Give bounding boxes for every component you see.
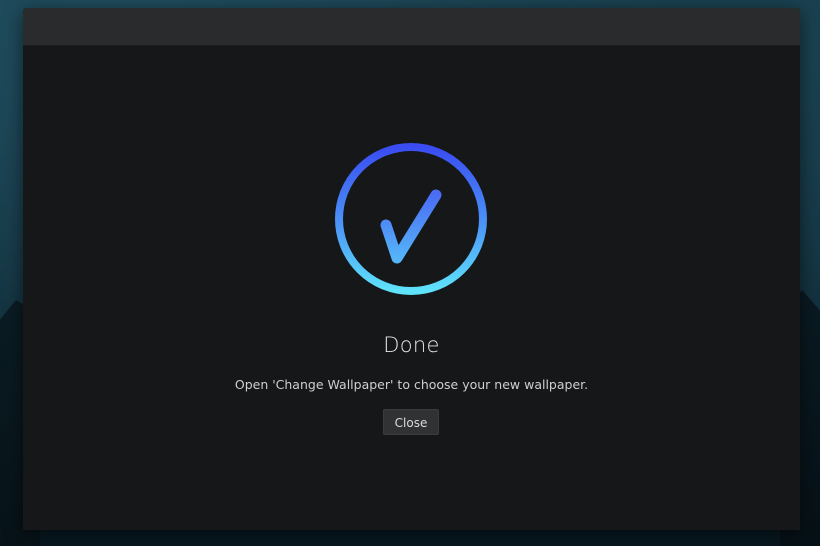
dialog-title: Done xyxy=(383,333,440,357)
checkmark-circle-icon xyxy=(333,139,489,299)
dialog-content: Done Open 'Change Wallpaper' to choose y… xyxy=(23,46,800,530)
app-window: Done Open 'Change Wallpaper' to choose y… xyxy=(23,8,800,530)
window-titlebar[interactable] xyxy=(23,8,800,46)
dialog-message: Open 'Change Wallpaper' to choose your n… xyxy=(234,377,589,392)
close-button[interactable]: Close xyxy=(383,409,439,435)
